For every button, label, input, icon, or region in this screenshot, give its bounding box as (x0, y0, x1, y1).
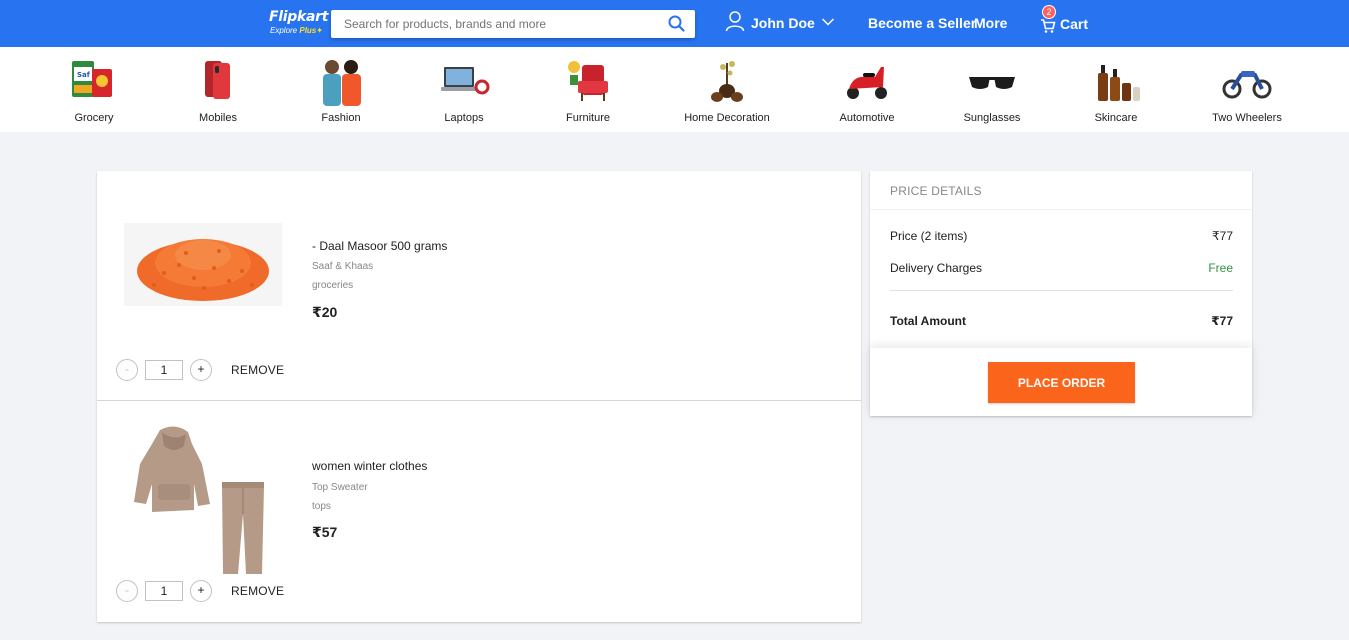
cart-link[interactable]: 2 Cart (1040, 5, 1089, 38)
category-label: Skincare (1094, 112, 1138, 124)
price-details-heading: PRICE DETAILS (890, 184, 982, 198)
quantity-decrease-button[interactable]: - (116, 580, 138, 602)
search-icon[interactable] (667, 14, 687, 34)
cart-items-panel: - Daal Masoor 500 grams Saaf & Khaas gro… (97, 171, 861, 622)
flipkart-logo[interactable]: Flipkart Explore Plus✦ (269, 9, 329, 39)
cart-item: - Daal Masoor 500 grams Saaf & Khaas gro… (97, 171, 861, 392)
mobile-phone-icon (192, 55, 244, 107)
more-menu[interactable]: More (974, 15, 1007, 31)
category-label: Sunglasses (963, 112, 1021, 124)
category-label: Mobiles (199, 112, 237, 124)
quantity-input[interactable]: 1 (145, 581, 183, 601)
item-category: tops (312, 501, 331, 512)
skincare-icon (1090, 55, 1142, 107)
category-automotive[interactable]: Automotive (832, 47, 902, 132)
lentils-image (124, 223, 284, 306)
category-mobiles[interactable]: Mobiles (188, 47, 248, 132)
scooter-icon (841, 55, 893, 107)
item-title[interactable]: - Daal Masoor 500 grams (312, 239, 447, 253)
logo-text: Flipkart (269, 9, 329, 25)
place-order-button[interactable]: PLACE ORDER (988, 362, 1135, 403)
delivery-row: Delivery Charges Free (890, 261, 1233, 275)
category-skincare[interactable]: Skincare (1086, 47, 1146, 132)
chevron-down-icon (821, 14, 835, 32)
search-bar (331, 10, 695, 38)
category-sunglasses[interactable]: Sunglasses (958, 47, 1026, 132)
sunglasses-icon (966, 55, 1018, 107)
home-decor-icon (701, 55, 753, 107)
logo-plus-text: Plus (299, 26, 317, 35)
remove-button[interactable]: REMOVE (231, 584, 284, 598)
plus-star-icon: ✦ (316, 26, 323, 35)
category-home-decoration[interactable]: Home Decoration (680, 47, 774, 132)
cart-count-badge: 2 (1042, 5, 1056, 19)
quantity-increase-button[interactable]: + (190, 359, 212, 381)
quantity-increase-button[interactable]: + (190, 580, 212, 602)
logo-explore-text: Explore (270, 26, 298, 35)
laptop-icon (438, 55, 490, 107)
category-furniture[interactable]: Furniture (558, 47, 618, 132)
category-grocery[interactable]: Saf Grocery (64, 47, 124, 132)
item-seller: Saaf & Khaas (312, 261, 374, 272)
user-icon (725, 10, 745, 37)
price-label: Price (2 items) (890, 229, 968, 243)
category-label: Fashion (321, 112, 361, 124)
top-header: Flipkart Explore Plus✦ John Doe Become a… (0, 0, 1349, 47)
cart-label: Cart (1060, 15, 1089, 32)
remove-button[interactable]: REMOVE (231, 363, 284, 377)
price-divider (890, 290, 1233, 291)
item-title[interactable]: women winter clothes (312, 459, 427, 473)
price-value: ₹77 (1212, 229, 1233, 243)
category-label: Laptops (444, 112, 484, 124)
delivery-label: Delivery Charges (890, 261, 983, 275)
category-bar: Saf Grocery Mobiles Fashion Laptops Furn… (0, 47, 1349, 132)
item-price: ₹57 (312, 524, 338, 540)
total-value: ₹77 (1211, 314, 1233, 328)
price-details-header: PRICE DETAILS (870, 171, 1252, 210)
item-category: groceries (312, 280, 354, 291)
category-label: Home Decoration (684, 112, 770, 124)
tracksuit-image (130, 424, 290, 576)
svg-text:Saf: Saf (77, 71, 91, 79)
quantity-input[interactable]: 1 (145, 360, 183, 380)
total-label: Total Amount (890, 314, 966, 328)
delivery-value: Free (1208, 261, 1233, 275)
fashion-icon (315, 55, 367, 107)
category-label: Furniture (565, 112, 611, 124)
item-price: ₹20 (312, 304, 338, 320)
logo-subtext: Explore Plus✦ (270, 26, 329, 36)
category-label: Two Wheelers (1212, 112, 1282, 124)
motorbike-icon (1221, 55, 1273, 107)
price-details-panel: PRICE DETAILS Price (2 items) ₹77 Delive… (870, 171, 1252, 416)
grocery-icon: Saf (68, 55, 120, 107)
furniture-icon (562, 55, 614, 107)
category-laptops[interactable]: Laptops (434, 47, 494, 132)
cart-item: women winter clothes Top Sweater tops ₹5… (97, 401, 861, 622)
price-row: Price (2 items) ₹77 (890, 229, 1233, 243)
item-seller: Top Sweater (312, 482, 368, 493)
category-fashion[interactable]: Fashion (306, 47, 376, 132)
become-seller-link[interactable]: Become a Seller (868, 15, 976, 31)
category-label: Automotive (839, 112, 895, 124)
category-label: Grocery (74, 112, 114, 124)
user-account-menu[interactable]: John Doe (725, 10, 835, 37)
total-row: Total Amount ₹77 (890, 314, 1233, 328)
user-name: John Doe (751, 15, 815, 31)
place-order-area: PLACE ORDER (870, 348, 1252, 416)
search-input[interactable] (331, 10, 651, 38)
category-two-wheelers[interactable]: Two Wheelers (1206, 47, 1288, 132)
quantity-decrease-button[interactable]: - (116, 359, 138, 381)
cart-icon (1040, 18, 1056, 34)
